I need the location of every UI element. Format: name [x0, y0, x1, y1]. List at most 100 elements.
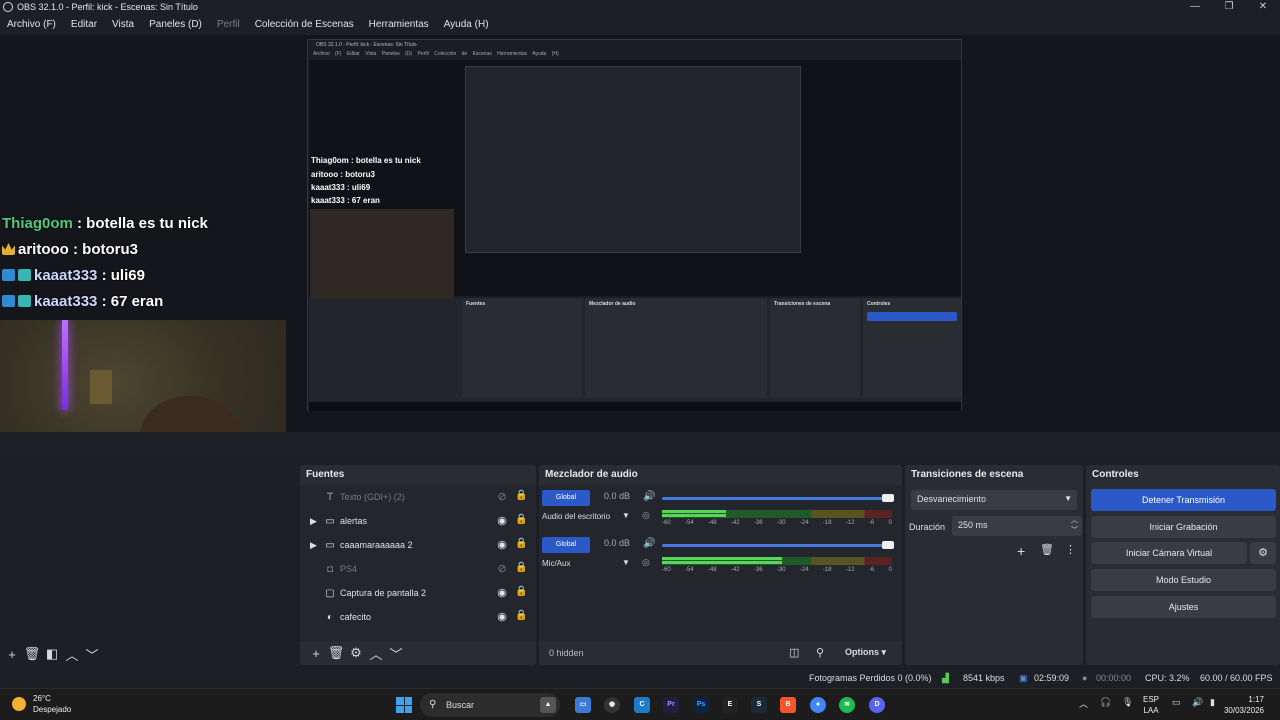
explorer-icon[interactable]: ▭	[575, 697, 591, 713]
filter-scene-icon[interactable]: ◧	[42, 646, 62, 662]
source-item[interactable]: ◘ PS4 ⊘ 🔒	[300, 557, 536, 581]
gear-icon[interactable]: ⚙	[1250, 542, 1276, 564]
add-source-icon[interactable]: +	[306, 646, 326, 661]
volume-knob[interactable]	[882, 494, 894, 502]
global-button[interactable]: Global	[542, 537, 590, 553]
source-item[interactable]: ▶ ▭ alertas ◉ 🔒	[300, 509, 536, 533]
photoshop-icon[interactable]: Ps	[693, 697, 709, 713]
menu-editar[interactable]: Editar	[71, 19, 97, 30]
studio-mode-button[interactable]: Modo Estudio	[1091, 569, 1276, 591]
battery-icon[interactable]: ▮	[1210, 697, 1215, 708]
hidden-eye-icon[interactable]: ⊘	[496, 490, 508, 503]
move-up-icon[interactable]: ︿	[366, 644, 386, 663]
source-item[interactable]: ▶ ▭ caaamaraaaaaa 2 ◉ 🔒	[300, 533, 536, 557]
lock-icon[interactable]: 🔒	[515, 538, 527, 550]
chrome-icon[interactable]: ●	[810, 697, 826, 713]
spin-arrows-icon[interactable]: ︿ ﹀	[1071, 516, 1078, 536]
move-down-icon[interactable]: ﹀	[386, 644, 406, 663]
speaker-icon[interactable]: 🔊	[643, 491, 655, 502]
tray-chevron-icon[interactable]: ︿	[1079, 697, 1088, 710]
add-transition-icon[interactable]: +	[1017, 543, 1025, 559]
move-down-icon[interactable]: ﹀	[82, 645, 102, 664]
menu-paneles[interactable]: Paneles (D)	[149, 19, 202, 30]
windows-start-icon[interactable]	[396, 697, 412, 713]
menu-archivo[interactable]: Archivo (F)	[7, 19, 56, 30]
add-scene-icon[interactable]: +	[2, 647, 22, 662]
expand-arrow-icon[interactable]: ▶	[310, 516, 324, 527]
weather-widget[interactable]: 26°C Despejado	[12, 693, 71, 715]
menu-vista[interactable]: Vista	[112, 19, 134, 30]
global-button[interactable]: Global	[542, 490, 590, 506]
link-icon[interactable]: ⚲	[816, 646, 824, 659]
epic-games-icon[interactable]: E	[722, 697, 738, 713]
microphone-icon[interactable]: 🎙	[1122, 697, 1133, 708]
start-recording-button[interactable]: Iniciar Grabación	[1091, 516, 1276, 538]
menu-perfil[interactable]: Perfil	[217, 19, 240, 30]
menu-coleccion-escenas[interactable]: Colección de Escenas	[255, 19, 354, 30]
language-indicator[interactable]: ESP LAA	[1143, 694, 1159, 716]
headset-icon[interactable]: 🎧	[1100, 697, 1111, 708]
menu-herramientas[interactable]: Herramientas	[369, 19, 429, 30]
volume-knob[interactable]	[882, 541, 894, 549]
obs-icon[interactable]: ◉	[604, 697, 620, 713]
menu-ayuda[interactable]: Ayuda (H)	[444, 19, 489, 30]
audio-mixer-dock: Mezclador de audio Global 0.0 dB 🔊 Audio…	[539, 465, 902, 665]
discord-icon[interactable]: D	[869, 697, 885, 713]
spotify-icon[interactable]: ≋	[839, 697, 855, 713]
source-item[interactable]: 𝐓 Texto (GDI+) (2) ⊘ 🔒	[300, 485, 536, 509]
brave-icon[interactable]: B	[780, 697, 796, 713]
steam-icon[interactable]: S	[751, 697, 767, 713]
channel-menu-icon[interactable]: ▼	[622, 511, 630, 520]
transition-select[interactable]: Desvanecimiento ▼	[911, 490, 1077, 510]
lock-icon[interactable]: 🔒	[515, 490, 527, 502]
capcut-icon[interactable]: C	[634, 697, 650, 713]
volume-slider[interactable]	[662, 541, 894, 549]
channel-menu-icon[interactable]: ▼	[622, 558, 630, 567]
nested-chat-line: aritooo : botoru3	[311, 170, 375, 179]
monitor-icon[interactable]: ◎	[642, 557, 650, 568]
preview-canvas[interactable]: OBS 32.1.0 - Perfil: kick - Escenas: Sin…	[0, 35, 1280, 460]
source-item[interactable]: ◐ cafecito ◉ 🔒	[300, 605, 536, 629]
minimize-button[interactable]: —	[1178, 0, 1212, 14]
taskbar-search[interactable]: ⚲ Buscar	[420, 693, 560, 717]
source-properties-icon[interactable]: ⚙	[346, 645, 366, 661]
copilot-icon[interactable]: ▲	[540, 697, 556, 713]
volume-icon[interactable]: 🔊	[1192, 697, 1203, 708]
source-item[interactable]: ▢ Captura de pantalla 2 ◉ 🔒	[300, 581, 536, 605]
cpu-usage: CPU: 3.2%	[1145, 673, 1190, 683]
settings-button[interactable]: Ajustes	[1091, 596, 1276, 618]
close-button[interactable]: ✕	[1246, 0, 1280, 14]
more-options-icon[interactable]: ⋮	[1065, 543, 1076, 556]
eye-icon[interactable]: ◉	[496, 538, 508, 551]
network-icon[interactable]: ▭	[1172, 697, 1181, 708]
options-button[interactable]: Options ▾	[845, 647, 886, 658]
remove-transition-icon[interactable]: 🗑	[1040, 543, 1054, 556]
monitor-icon[interactable]: ◎	[642, 510, 650, 521]
eye-icon[interactable]: ◉	[496, 610, 508, 623]
channel-name: Mic/Aux	[542, 559, 571, 568]
hidden-eye-icon[interactable]: ⊘	[496, 562, 508, 575]
layout-toggle-icon[interactable]: ◫	[789, 646, 799, 659]
lock-icon[interactable]: 🔒	[515, 586, 527, 598]
eye-icon[interactable]: ◉	[496, 586, 508, 599]
eye-icon[interactable]: ◉	[496, 514, 508, 527]
nested-preview: Thiag0om : botella es tu nick aritooo : …	[309, 60, 961, 317]
obs-logo-icon	[3, 2, 13, 12]
expand-arrow-icon[interactable]: ▶	[310, 540, 324, 551]
speaker-icon[interactable]: 🔊	[643, 538, 655, 549]
premiere-icon[interactable]: Pr	[663, 697, 679, 713]
maximize-button[interactable]: ❐	[1212, 0, 1246, 14]
lock-icon[interactable]: 🔒	[515, 514, 527, 526]
move-up-icon[interactable]: ︿	[62, 645, 82, 664]
clock[interactable]: 1:17 30/03/2026	[1224, 694, 1264, 716]
lock-icon[interactable]: 🔒	[515, 562, 527, 574]
lock-icon[interactable]: 🔒	[515, 610, 527, 622]
chat-line: kaaat333 : uli69	[2, 267, 145, 284]
duration-input[interactable]: 250 ms ︿ ﹀	[952, 516, 1082, 536]
volume-slider[interactable]	[662, 494, 894, 502]
remove-scene-icon[interactable]: 🗑	[22, 646, 42, 662]
virtual-camera-button[interactable]: Iniciar Cámara Virtual	[1091, 542, 1247, 564]
remove-source-icon[interactable]: 🗑	[326, 645, 346, 661]
search-icon: ⚲	[429, 699, 437, 710]
stop-stream-button[interactable]: Detener Transmisión	[1091, 489, 1276, 511]
